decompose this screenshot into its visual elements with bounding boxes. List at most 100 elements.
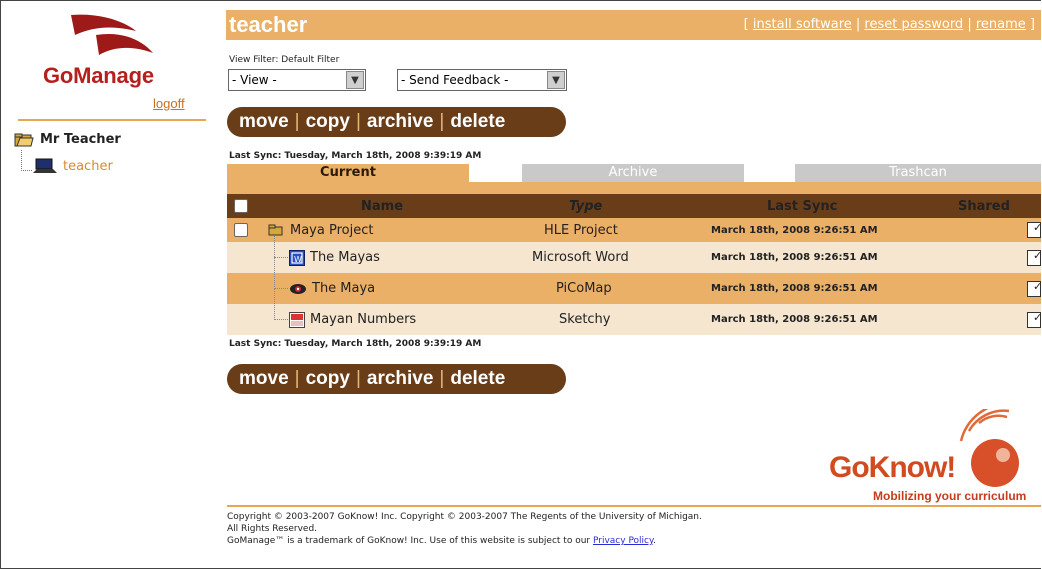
brand-name: GoManage xyxy=(43,63,154,88)
reset-password-link[interactable]: reset password xyxy=(864,17,963,32)
action-separator: | xyxy=(355,111,361,132)
tree-connector xyxy=(21,150,32,171)
item-name[interactable]: Mayan Numbers xyxy=(310,312,416,327)
tree-connector xyxy=(274,319,288,320)
item-name[interactable]: Maya Project xyxy=(290,223,373,238)
logoff-link[interactable]: logoff xyxy=(153,96,185,111)
action-separator: | xyxy=(294,111,300,132)
shared-cell xyxy=(1027,304,1041,335)
open-folder-icon xyxy=(14,133,34,146)
trademark-line: GoManage™ is a trademark of GoKnow! Inc.… xyxy=(227,535,702,547)
header-name[interactable]: Name xyxy=(361,194,403,218)
last-sync-cell: March 18th, 2008 9:26:51 AM xyxy=(711,314,878,325)
bracket-open: [ xyxy=(743,17,753,32)
svg-text:W: W xyxy=(294,255,302,264)
action-separator: | xyxy=(294,368,300,389)
goknow-wordmark: GoKnow! xyxy=(829,451,956,484)
sidebar-divider xyxy=(18,119,206,121)
name-cell: W The Mayas xyxy=(289,242,380,273)
share-edit-icon[interactable] xyxy=(1027,311,1041,328)
copy-button[interactable]: copy xyxy=(302,111,354,133)
row-checkbox[interactable] xyxy=(234,223,248,237)
chevron-down-icon[interactable]: ▼ xyxy=(547,71,565,89)
share-edit-icon[interactable] xyxy=(1027,249,1041,266)
chevron-down-icon[interactable]: ▼ xyxy=(346,71,364,89)
select-all-checkbox[interactable] xyxy=(234,199,248,213)
footer: Copyright © 2003-2007 GoKnow! Inc. Copyr… xyxy=(227,511,702,547)
last-sync-top: Last Sync: Tuesday, March 18th, 2008 9:3… xyxy=(229,151,482,161)
type-cell: HLE Project xyxy=(544,222,618,238)
action-separator: | xyxy=(439,368,445,389)
type-cell: Microsoft Word xyxy=(532,250,629,265)
header-links: [ install software | reset password | re… xyxy=(744,17,1035,32)
header-bar: teacher [ install software | reset passw… xyxy=(226,10,1041,40)
row-checkbox-cell xyxy=(234,218,248,242)
table-row[interactable]: Mayan Numbers Sketchy March 18th, 2008 9… xyxy=(227,288,1041,335)
move-button[interactable]: move xyxy=(235,368,293,390)
privacy-policy-link[interactable]: Privacy Policy xyxy=(593,536,653,546)
footer-divider xyxy=(227,505,1041,507)
gomanage-logo-icon xyxy=(71,14,153,55)
table-row[interactable]: The Maya PiCoMap March 18th, 2008 9:26:5… xyxy=(227,257,1041,304)
last-sync-cell: March 18th, 2008 9:26:51 AM xyxy=(711,283,878,294)
page-title: teacher xyxy=(229,12,308,37)
type-cell: Sketchy xyxy=(559,312,611,327)
header-last-sync[interactable]: Last Sync xyxy=(767,194,837,218)
last-sync-cell: March 18th, 2008 9:26:51 AM xyxy=(711,224,878,236)
action-separator: | xyxy=(355,368,361,389)
header-shared[interactable]: Shared xyxy=(958,194,1010,218)
select-all-cell xyxy=(234,194,248,218)
tree-connector xyxy=(274,288,288,289)
tab-current[interactable]: Current xyxy=(227,164,469,182)
tree-item-label: teacher xyxy=(63,158,113,174)
tree-connector xyxy=(274,257,275,289)
install-software-link[interactable]: install software xyxy=(753,17,852,32)
folder-icon xyxy=(268,224,283,236)
tree-root-label: Mr Teacher xyxy=(40,132,121,147)
view-select[interactable]: - View - ▼ xyxy=(228,69,366,91)
share-edit-icon[interactable] xyxy=(1027,280,1041,297)
share-edit-icon[interactable] xyxy=(1027,221,1041,238)
move-button[interactable]: move xyxy=(235,111,293,133)
view-select-value: - View - xyxy=(232,73,277,87)
action-bar-bottom: move | copy | archive | delete xyxy=(227,364,566,394)
item-name[interactable]: The Mayas xyxy=(310,250,380,265)
copy-button[interactable]: copy xyxy=(302,368,354,390)
delete-button[interactable]: delete xyxy=(446,368,509,390)
rename-link[interactable]: rename xyxy=(976,17,1026,32)
last-sync-cell: March 18th, 2008 9:26:51 AM xyxy=(711,252,878,263)
type-cell: PiCoMap xyxy=(556,281,612,296)
feedback-select-value: - Send Feedback - xyxy=(401,73,509,87)
table-row[interactable]: Maya Project HLE Project March 18th, 200… xyxy=(227,218,1041,242)
shared-cell xyxy=(1027,273,1041,304)
tree-connector xyxy=(274,257,288,258)
rights-line: All Rights Reserved. xyxy=(227,524,318,534)
tab-panel-edge xyxy=(227,182,1041,194)
tree-item-teacher[interactable]: teacher xyxy=(33,158,113,174)
send-feedback-select[interactable]: - Send Feedback - ▼ xyxy=(397,69,567,91)
tree-root[interactable]: Mr Teacher xyxy=(14,132,121,147)
table-row[interactable]: W The Mayas Microsoft Word March 18th, 2… xyxy=(227,236,1041,273)
sketchy-icon xyxy=(289,311,305,328)
page: GoManage logoff Mr Teacher teacher teach… xyxy=(0,0,1041,569)
archive-button[interactable]: archive xyxy=(363,368,438,390)
delete-button[interactable]: delete xyxy=(446,111,509,133)
last-sync-bottom: Last Sync: Tuesday, March 18th, 2008 9:3… xyxy=(229,339,482,349)
laptop-icon xyxy=(33,158,57,173)
header-type[interactable]: Type xyxy=(569,194,602,218)
files-table: Name Type Last Sync Shared Maya Project … xyxy=(227,194,1041,335)
shared-cell xyxy=(1027,218,1041,242)
tab-trashcan[interactable]: Trashcan xyxy=(795,164,1041,182)
tab-archive[interactable]: Archive xyxy=(522,164,744,182)
tree-connector xyxy=(274,236,275,257)
name-cell: The Maya xyxy=(289,273,375,304)
link-separator: | xyxy=(963,17,976,32)
archive-button[interactable]: archive xyxy=(363,111,438,133)
bracket-close: ] xyxy=(1025,17,1035,32)
trademark-end: . xyxy=(653,536,656,546)
action-separator: | xyxy=(439,111,445,132)
item-name[interactable]: The Maya xyxy=(312,281,375,296)
goknow-logo: GoKnow! Mobilizing your curriculum xyxy=(829,409,1029,509)
word-doc-icon: W xyxy=(289,249,305,266)
name-cell: Mayan Numbers xyxy=(289,304,416,335)
